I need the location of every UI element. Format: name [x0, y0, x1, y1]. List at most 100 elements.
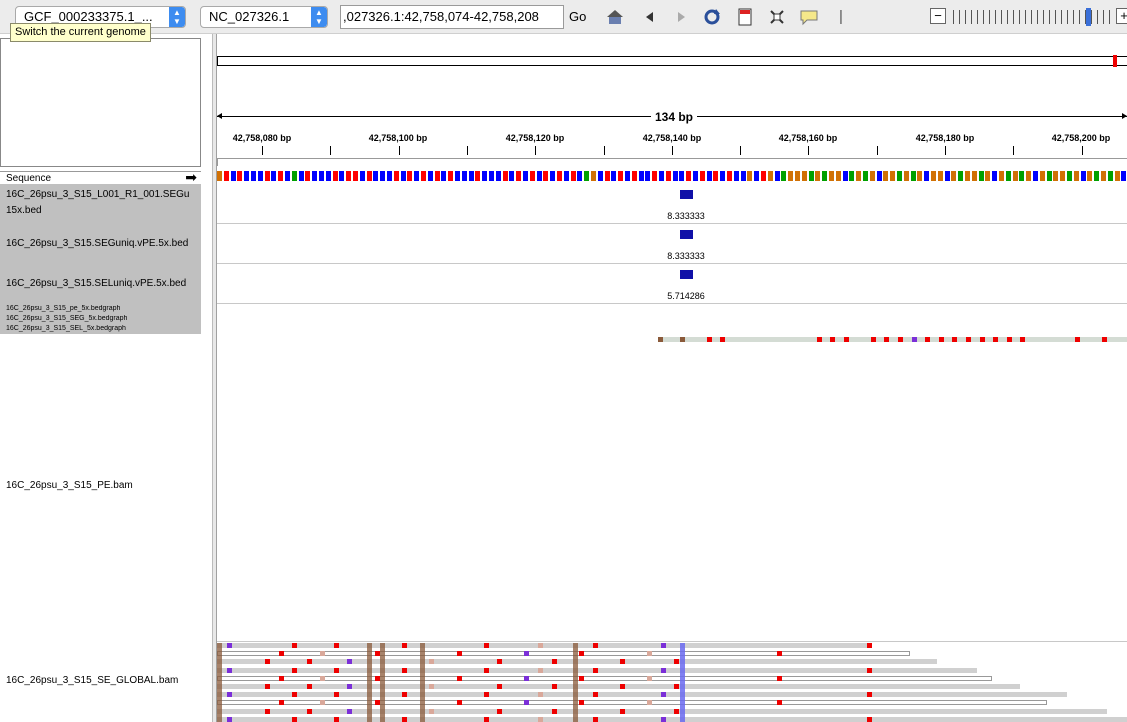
mismatch-mark — [334, 692, 339, 698]
sequence-base — [693, 171, 698, 181]
popup-icon[interactable] — [799, 7, 819, 27]
mismatch-mark — [524, 651, 529, 657]
mismatch-mark — [227, 716, 232, 722]
alignment-read[interactable] — [217, 643, 870, 648]
mismatch-mark — [871, 337, 876, 342]
mismatch-mark — [1075, 337, 1080, 342]
sequence-base — [645, 171, 651, 181]
alignment-read[interactable] — [217, 675, 992, 681]
mismatch-mark — [307, 708, 312, 714]
mismatch-mark — [966, 337, 971, 342]
mismatch-mark — [307, 659, 312, 665]
sequence-track-name[interactable]: Sequence ➡ — [0, 169, 201, 185]
ideogram-current-region — [1113, 55, 1117, 67]
mismatch-mark — [661, 667, 666, 673]
track-name-bam-pe[interactable]: 16C_26psu_3_S15_PE.bam — [0, 480, 201, 494]
mismatch-mark — [674, 659, 679, 665]
sequence-base — [937, 171, 943, 181]
sequence-base — [516, 171, 522, 181]
mismatch-mark — [707, 337, 712, 342]
mismatch-mark — [227, 667, 232, 673]
chevron-updown-icon: ▲ ▼ — [169, 7, 185, 27]
sequence-base — [897, 171, 902, 181]
track-name-bedgraphs[interactable]: 16C_26psu_3_S15_pe_5x.bedgraph 16C_26psu… — [0, 304, 201, 334]
mismatch-mark — [497, 684, 502, 689]
sequence-base — [652, 171, 658, 181]
zoom-in-button[interactable]: + — [1116, 8, 1127, 24]
mismatch-mark — [484, 716, 489, 722]
sequence-base — [1005, 171, 1011, 181]
zoom-out-button[interactable]: − — [930, 8, 946, 24]
alignment-read[interactable] — [217, 692, 1067, 698]
zoom-thumb[interactable] — [1086, 8, 1091, 26]
zoom-widget[interactable]: − + — [928, 8, 1127, 26]
sequence-base — [251, 171, 256, 181]
insertion-marker — [573, 643, 578, 722]
sequence-base — [557, 171, 562, 181]
sequence-base — [563, 171, 569, 181]
track-name-bed1[interactable]: 16C_26psu_3_S15_L001_R1_001.SEGu 15x.bed — [0, 184, 201, 224]
alignment-read[interactable] — [217, 700, 1047, 706]
ruler-tick — [262, 146, 263, 155]
home-icon[interactable] — [605, 7, 625, 27]
mismatch-mark — [497, 708, 502, 714]
mismatch-mark — [457, 675, 462, 681]
mismatch-mark — [292, 667, 297, 673]
mismatch-mark — [538, 643, 543, 648]
sequence-base — [230, 171, 236, 181]
sequence-track[interactable] — [217, 171, 1127, 182]
go-button[interactable]: Go — [569, 9, 586, 24]
bed1-name-line2: 15x.bed — [6, 205, 42, 216]
sequence-base — [1019, 171, 1025, 181]
sequence-base — [931, 171, 936, 181]
sequence-base — [740, 171, 746, 181]
chromosome-select[interactable]: NC_027326.1 ▲ ▼ — [200, 6, 328, 28]
mismatch-mark — [457, 700, 462, 706]
mismatch-mark — [538, 692, 543, 698]
forward-icon[interactable] — [671, 7, 691, 27]
fit-icon[interactable] — [767, 7, 787, 27]
mismatch-mark — [429, 659, 434, 665]
sequence-base — [1094, 171, 1100, 181]
track-name-bed3[interactable]: 16C_26psu_3_S15.SELuniq.vPE.5x.bed — [0, 264, 201, 304]
sequence-base — [271, 171, 277, 181]
bam-pe-read[interactable] — [658, 337, 1127, 342]
sequence-base — [387, 171, 392, 181]
bam-pe-name: 16C_26psu_3_S15_PE.bam — [6, 480, 133, 491]
track-name-bam-se[interactable]: 16C_26psu_3_S15_SE_GLOBAL.bam — [0, 675, 201, 689]
locus-input[interactable]: ,027326.1:42,758,074-42,758,208 — [340, 5, 564, 29]
alignment-read[interactable] — [217, 716, 1127, 722]
mismatch-mark — [1007, 337, 1012, 342]
alignment-read[interactable] — [217, 684, 1020, 689]
sequence-base — [1053, 171, 1059, 181]
bed-feature[interactable] — [680, 270, 693, 279]
mismatch-mark — [402, 692, 407, 698]
ruler-icon[interactable] — [735, 7, 755, 27]
sequence-base — [237, 171, 243, 181]
sequence-base — [808, 171, 814, 181]
back-icon[interactable] — [640, 7, 660, 27]
mismatch-mark — [884, 337, 889, 342]
ruler-tick-label: 42,758,140 bp — [642, 133, 702, 143]
mismatch-mark — [538, 716, 543, 722]
chromosome-ideogram[interactable] — [217, 55, 1127, 67]
sequence-base — [495, 171, 501, 181]
toolbar-divider: | — [839, 8, 843, 25]
sequence-base — [482, 171, 488, 181]
mismatch-mark — [658, 337, 663, 342]
mismatch-mark — [867, 643, 872, 648]
mismatch-mark — [647, 651, 652, 657]
bed-feature[interactable] — [680, 190, 693, 199]
mismatch-mark — [538, 667, 543, 673]
ruler-tick — [740, 146, 742, 155]
mismatch-mark — [334, 716, 339, 722]
mismatch-mark — [620, 659, 625, 665]
track-name-bed2[interactable]: 16C_26psu_3_S15.SEGuniq.vPE.5x.bed — [0, 224, 201, 264]
mismatch-mark — [552, 708, 557, 714]
sequence-base — [366, 171, 372, 181]
sequence-base — [815, 171, 821, 181]
ruler-tick-label: 42,758,080 bp — [232, 133, 292, 143]
toolbar: GCF_000233375.1_... ▲ ▼ NC_027326.1 ▲ ▼ ,0… — [0, 0, 1127, 34]
bed-feature[interactable] — [680, 230, 693, 239]
refresh-icon[interactable] — [702, 7, 722, 27]
